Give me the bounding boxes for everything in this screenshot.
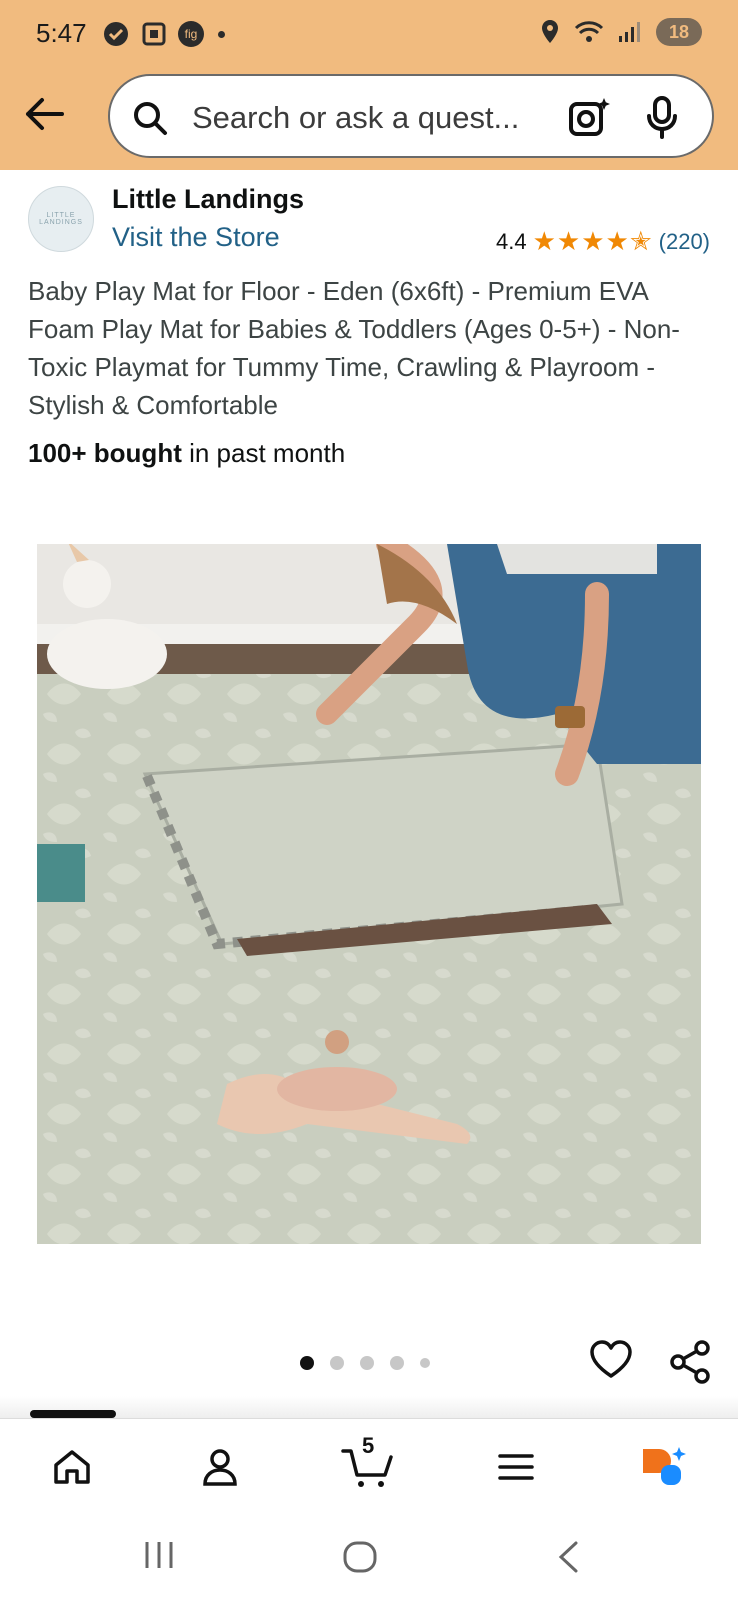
- system-navigation-bar: [0, 1514, 738, 1600]
- search-header: Search or ask a quest...: [0, 70, 738, 170]
- recent-apps-icon[interactable]: [142, 1540, 176, 1570]
- nav-rufus[interactable]: [634, 1437, 694, 1497]
- bought-count: 100+ bought in past month: [28, 438, 345, 469]
- nav-cart[interactable]: 5: [338, 1433, 398, 1497]
- heart-icon[interactable]: [590, 1340, 632, 1380]
- carousel-indicator[interactable]: [300, 1356, 430, 1370]
- signal-icon: [619, 22, 640, 42]
- notification-icons: fig: [102, 20, 225, 48]
- rating-value: 4.4: [496, 228, 527, 254]
- location-icon: [542, 20, 558, 43]
- carousel-dot-5[interactable]: [420, 1358, 430, 1368]
- account-icon: [203, 1449, 237, 1486]
- home-button-icon[interactable]: [342, 1540, 378, 1574]
- share-icon[interactable]: [668, 1340, 712, 1384]
- back-arrow-icon[interactable]: [22, 92, 66, 136]
- brand-logo-subtext: LANDINGS: [39, 219, 83, 226]
- brand-name: Little Landings: [112, 184, 304, 214]
- battery-indicator: 18: [656, 18, 702, 46]
- check-badge-icon: [104, 22, 128, 46]
- product-title: Baby Play Mat for Floor - Eden (6x6ft) -…: [28, 276, 680, 420]
- system-icons: 18: [540, 18, 702, 46]
- wifi-icon: [574, 21, 604, 42]
- screenshot-icon: [142, 22, 166, 46]
- star-rating-icon: ★★★★✭: [532, 226, 653, 256]
- microphone-icon[interactable]: [646, 96, 678, 140]
- more-notifications-dot: [218, 30, 225, 38]
- carousel-dot-2[interactable]: [330, 1356, 344, 1370]
- menu-icon: [498, 1454, 534, 1480]
- back-button-icon[interactable]: [556, 1540, 580, 1574]
- search-placeholder: Search or ask a quest...: [192, 100, 520, 135]
- brand-logo-text: LITTLE: [46, 212, 76, 219]
- nav-account[interactable]: [190, 1437, 250, 1497]
- visit-store-link[interactable]: Visit the Store: [112, 222, 280, 253]
- home-icon: [54, 1450, 90, 1484]
- search-input[interactable]: Search or ask a quest...: [108, 74, 714, 158]
- rating-count[interactable]: (220): [659, 229, 710, 255]
- cart-count-badge: 5: [362, 1433, 375, 1458]
- active-tab-indicator: [30, 1410, 116, 1418]
- bought-count-bold: 100+ bought: [28, 438, 182, 468]
- search-icon: [134, 102, 167, 135]
- product-image[interactable]: [37, 544, 701, 1244]
- rating-summary[interactable]: 4.4 ★★★★✭ (220): [496, 226, 710, 257]
- rufus-icon: [643, 1447, 686, 1485]
- carousel-dot-4[interactable]: [390, 1356, 404, 1370]
- status-time: 5:47: [36, 18, 87, 48]
- carousel-dot-1[interactable]: [300, 1356, 314, 1370]
- product-photo: [37, 544, 701, 1244]
- nav-home[interactable]: [42, 1437, 102, 1497]
- bought-count-rest: in past month: [181, 438, 346, 468]
- brand-logo[interactable]: LITTLE LANDINGS: [28, 186, 94, 252]
- status-bar: 5:47 fig 18: [0, 0, 738, 70]
- nav-menu[interactable]: [486, 1437, 546, 1497]
- bottom-navigation: 5: [0, 1418, 738, 1514]
- fig-app-icon: fig: [178, 21, 204, 47]
- camera-lens-icon[interactable]: [568, 96, 610, 138]
- carousel-dot-3[interactable]: [360, 1356, 374, 1370]
